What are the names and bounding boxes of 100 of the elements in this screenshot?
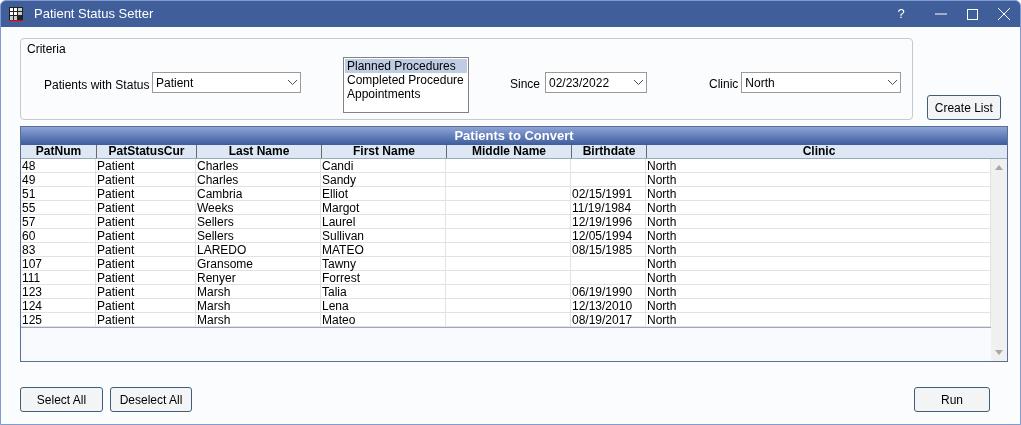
scroll-down-icon[interactable] xyxy=(995,350,1003,355)
table-cell: Margot xyxy=(322,201,360,215)
table-cell: 124 xyxy=(22,299,43,313)
column-header[interactable]: Clinic xyxy=(802,145,836,158)
table-cell: 83 xyxy=(22,243,36,257)
table-cell: Patient xyxy=(97,285,135,299)
chevron-down-icon xyxy=(288,80,297,85)
table-cell: 06/19/1990 xyxy=(572,285,633,299)
create-list-button[interactable]: Create List xyxy=(926,95,1001,120)
table-cell: Patient xyxy=(97,243,135,257)
table-cell: North xyxy=(647,299,677,313)
table-cell: North xyxy=(647,215,677,229)
table-cell: 08/15/1985 xyxy=(572,243,633,257)
field-label: Patients with Status xyxy=(44,77,151,94)
table-cell: 51 xyxy=(22,187,36,201)
table-cell: Forrest xyxy=(322,271,360,285)
grid-title: Patients to Convert xyxy=(21,127,1007,145)
table-cell: North xyxy=(647,313,677,327)
table-cell: 60 xyxy=(22,229,36,243)
table-cell: Patient xyxy=(97,173,135,187)
close-icon[interactable] xyxy=(998,8,1010,20)
table-cell: Talia xyxy=(322,285,347,299)
table-cell: Patient xyxy=(97,313,135,327)
table-cell: Tawny xyxy=(322,257,356,271)
run-button[interactable]: Run xyxy=(914,387,990,412)
table-cell: Renyer xyxy=(197,271,236,285)
list-item[interactable]: Appointments xyxy=(345,87,467,101)
table-cell: 12/05/1994 xyxy=(572,229,633,243)
table-cell: Patient xyxy=(97,229,135,243)
table-cell: 11/19/1984 xyxy=(572,201,632,215)
column-header[interactable]: PatStatusCur xyxy=(108,145,185,158)
table-cell: 48 xyxy=(22,159,36,173)
column-header[interactable]: Middle Name xyxy=(472,145,546,158)
list-item[interactable]: Completed Procedure xyxy=(345,73,467,87)
scrollbar[interactable] xyxy=(991,159,1007,361)
table-cell: North xyxy=(647,159,677,173)
table-cell: Weeks xyxy=(197,201,234,215)
app-grid-icon xyxy=(9,7,23,21)
table-cell: Patient xyxy=(97,201,135,215)
table-cell: Marsh xyxy=(197,285,231,299)
scroll-up-icon[interactable] xyxy=(995,165,1003,170)
chevron-down-icon xyxy=(888,80,898,85)
table-cell: North xyxy=(647,201,677,215)
table-cell: Cambria xyxy=(197,187,243,201)
column-header[interactable]: Birthdate xyxy=(582,145,636,158)
table-cell: Sellers xyxy=(197,215,234,229)
table-cell: North xyxy=(647,187,677,201)
table-cell: 57 xyxy=(22,215,36,229)
help-button[interactable]: ? xyxy=(889,4,913,24)
table-cell: 12/13/2010 xyxy=(572,299,633,313)
deselect-all-button[interactable]: Deselect All xyxy=(110,387,192,412)
table-cell: 125 xyxy=(22,313,43,327)
table-cell: LAREDO xyxy=(197,243,247,257)
table-cell: Elliot xyxy=(322,187,348,201)
clinic-dropdown[interactable]: North xyxy=(741,72,902,93)
table-cell: Patient xyxy=(97,187,135,201)
table-cell: Sandy xyxy=(322,173,357,187)
table-cell: 123 xyxy=(22,285,43,299)
table-cell: Lena xyxy=(322,299,349,313)
table-cell: Marsh xyxy=(197,299,231,313)
table-cell: Charles xyxy=(197,159,239,173)
table-cell: North xyxy=(647,173,677,187)
table-cell: Laurel xyxy=(322,215,356,229)
table-cell: North xyxy=(647,257,677,271)
table-cell: Patient xyxy=(97,271,135,285)
table-cell: Charles xyxy=(197,173,239,187)
table-cell: Gransome xyxy=(197,257,254,271)
chevron-down-icon xyxy=(634,80,643,85)
window-title: Patient Status Setter xyxy=(34,5,154,24)
table-cell: 111 xyxy=(22,271,41,285)
select-all-button[interactable]: Select All xyxy=(20,387,103,412)
table-cell: 12/19/1996 xyxy=(572,215,633,229)
field-label: Since xyxy=(510,76,542,93)
table-cell: 55 xyxy=(22,201,36,215)
column-header[interactable]: PatNum xyxy=(35,145,82,158)
table-cell: Patient xyxy=(97,215,135,229)
group-title: Criteria xyxy=(27,41,67,58)
list-item[interactable]: Planned Procedures xyxy=(345,59,467,73)
table-cell: Sullivan xyxy=(322,229,365,243)
table-cell: MATEO xyxy=(322,243,364,257)
table-cell: North xyxy=(647,271,677,285)
table-cell: 02/15/1991 xyxy=(572,187,633,201)
status-dropdown[interactable]: Patient xyxy=(152,72,301,93)
appointment-type-list[interactable]: Planned Procedures Completed Procedure Appointments xyxy=(343,57,469,113)
column-header[interactable]: Last Name xyxy=(228,145,290,158)
table-cell: Patient xyxy=(97,159,135,173)
table-cell: Patient xyxy=(97,299,135,313)
table-cell: Sellers xyxy=(197,229,234,243)
maximize-icon[interactable] xyxy=(967,8,978,20)
table-cell: North xyxy=(647,229,677,243)
field-label: Clinic xyxy=(709,76,739,93)
table-cell: Mateo xyxy=(322,313,356,327)
table-cell: 08/19/2017 xyxy=(572,313,633,327)
column-header[interactable]: First Name xyxy=(353,145,415,158)
table-cell: 49 xyxy=(22,173,36,187)
table-cell: Marsh xyxy=(197,313,231,327)
table-cell: North xyxy=(647,243,677,257)
table-cell: Candi xyxy=(322,159,354,173)
since-date-picker[interactable]: 02/23/2022 xyxy=(545,72,647,93)
table-cell: Patient xyxy=(97,257,135,271)
